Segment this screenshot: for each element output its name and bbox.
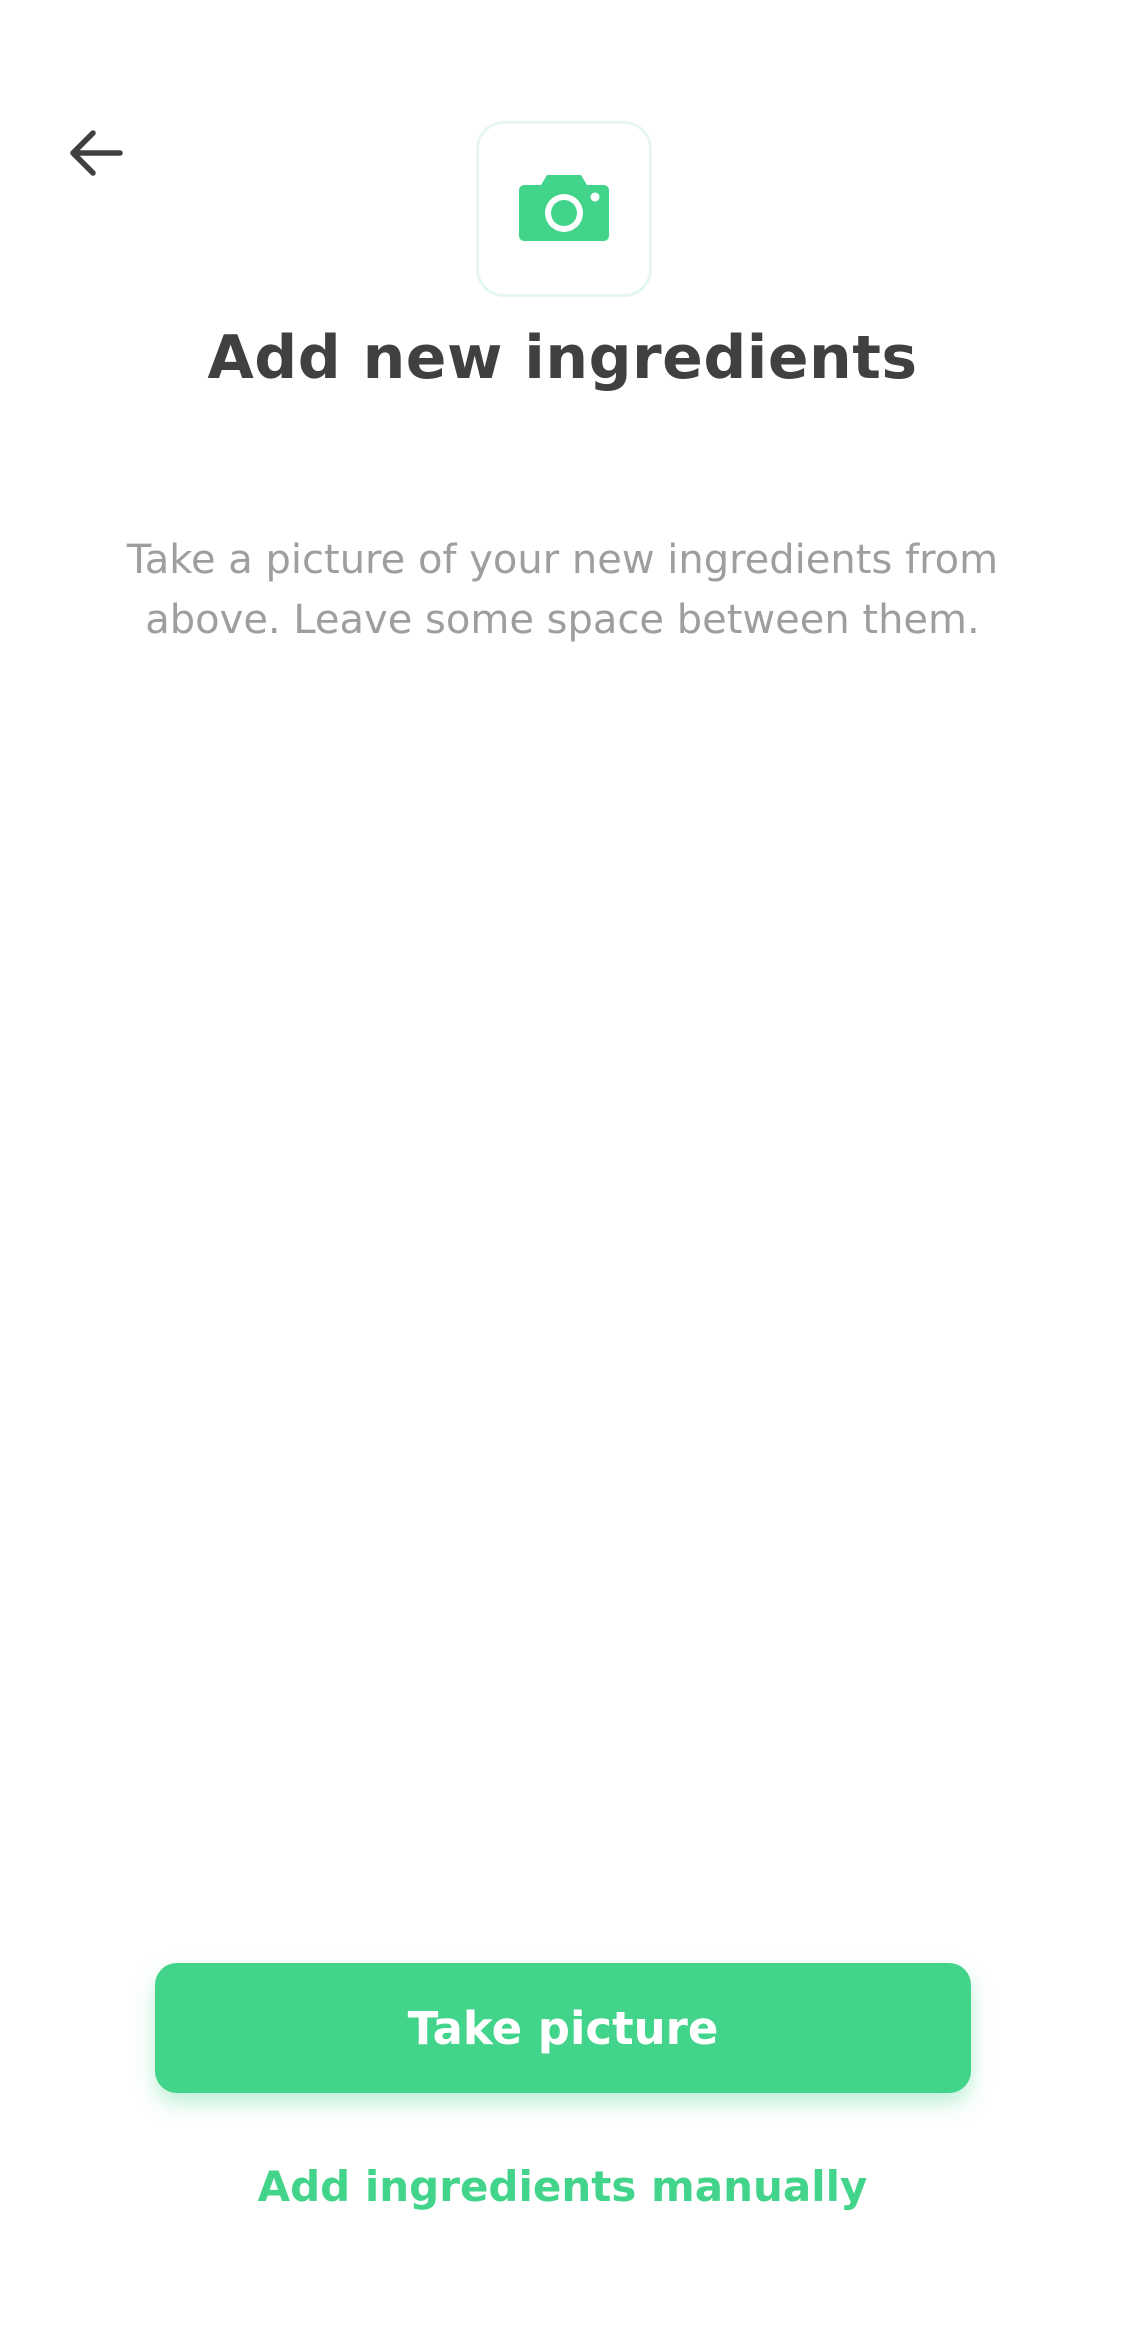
take-picture-button[interactable]: Take picture <box>155 1963 971 2093</box>
instructions-text: Take a picture of your new ingredients f… <box>126 537 999 643</box>
back-button[interactable] <box>52 112 138 198</box>
arrow-left-icon <box>66 127 124 183</box>
camera-tile <box>476 121 652 297</box>
camera-icon <box>517 171 611 247</box>
page-title: Add new ingredients <box>207 323 918 393</box>
add-ingredients-manually-link[interactable]: Add ingredients manually <box>0 2162 1125 2211</box>
